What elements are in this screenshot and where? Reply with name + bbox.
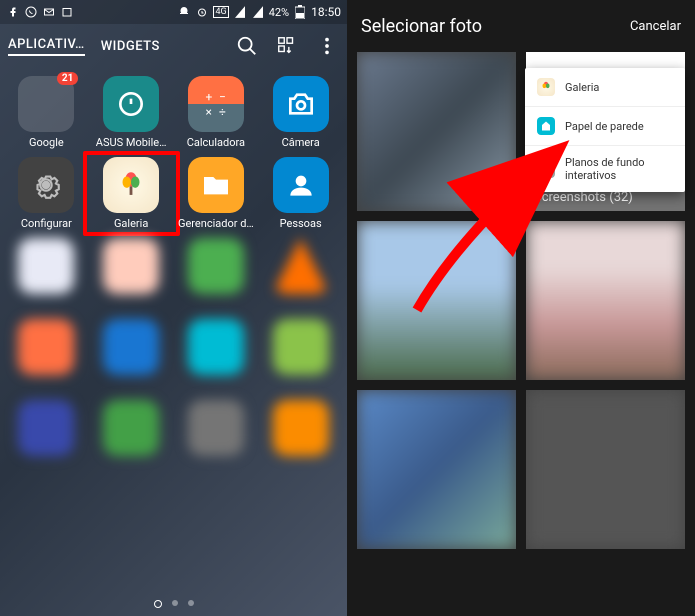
- album-item[interactable]: [526, 390, 685, 549]
- app-drawer-screen: 4G 42% 18:50 APLICATIV… WIDGETS: [0, 0, 347, 616]
- photo-picker-screen: Selecionar foto Cancelar Screenshots (32…: [347, 0, 695, 616]
- app-blurred[interactable]: [89, 319, 174, 392]
- svg-text:+: +: [205, 90, 212, 104]
- whatsapp-icon: [24, 5, 38, 19]
- app-label: Pessoas: [280, 217, 322, 230]
- app-blurred[interactable]: [258, 238, 343, 311]
- status-bar: 4G 42% 18:50: [0, 0, 347, 24]
- app-label: Calculadora: [187, 136, 245, 149]
- popup-label: Papel de parede: [565, 120, 644, 133]
- search-icon[interactable]: [235, 34, 259, 58]
- page-dot[interactable]: [154, 600, 162, 608]
- app-blurred[interactable]: [174, 319, 259, 392]
- app-blurred[interactable]: [89, 238, 174, 311]
- svg-text:−: −: [219, 90, 226, 104]
- app-blurred[interactable]: [258, 400, 343, 473]
- app-grid: 21 Google ASUS Mobile… +−×÷ Calculadora …: [0, 68, 347, 481]
- cancel-button[interactable]: Cancelar: [630, 19, 681, 34]
- app-blurred[interactable]: [258, 319, 343, 392]
- notification-badge: 21: [57, 72, 78, 85]
- picker-header: Selecionar foto Cancelar: [347, 0, 695, 52]
- page-indicator: [154, 600, 194, 608]
- dnd-icon: [177, 5, 191, 19]
- app-blurred[interactable]: [4, 238, 89, 311]
- grid-sort-icon[interactable]: [275, 34, 299, 58]
- album-item[interactable]: [357, 52, 516, 211]
- app-contacts[interactable]: Pessoas: [258, 157, 343, 230]
- mail-icon: [42, 5, 56, 19]
- popup-item-gallery[interactable]: Galeria: [525, 68, 685, 107]
- overflow-menu-icon[interactable]: [315, 34, 339, 58]
- signal-icon-2: [251, 5, 265, 19]
- app-label: Gerenciador d…: [178, 217, 254, 230]
- battery-percent: 42%: [269, 6, 289, 19]
- page-dot[interactable]: [188, 600, 194, 606]
- app-asus-mobile[interactable]: ASUS Mobile…: [89, 76, 174, 149]
- facebook-icon: [6, 5, 20, 19]
- app-google-folder[interactable]: 21 Google: [4, 76, 89, 149]
- app-label: Configurar: [21, 217, 72, 230]
- app-label: ASUS Mobile…: [96, 136, 167, 149]
- app-settings[interactable]: Configurar: [4, 157, 89, 230]
- tab-apps[interactable]: APLICATIV…: [8, 37, 85, 56]
- battery-icon: [293, 5, 307, 19]
- app-camera[interactable]: Câmera: [258, 76, 343, 149]
- app-blurred[interactable]: [174, 400, 259, 473]
- popup-item-wallpaper[interactable]: Papel de parede: [525, 107, 685, 146]
- app-calculator[interactable]: +−× ÷ Calculadora: [174, 76, 259, 149]
- album-item[interactable]: [526, 221, 685, 380]
- clock: 18:50: [311, 5, 341, 19]
- calendar-icon: [60, 5, 74, 19]
- picker-title: Selecionar foto: [361, 16, 482, 37]
- svg-text:×: ×: [205, 105, 211, 119]
- app-blurred[interactable]: [4, 319, 89, 392]
- app-blurred[interactable]: [4, 400, 89, 473]
- app-label: Câmera: [282, 136, 320, 149]
- tab-bar: APLICATIV… WIDGETS: [0, 24, 347, 68]
- app-blurred[interactable]: [174, 238, 259, 311]
- popup-item-live-wallpaper[interactable]: Planos de fundo interativos: [525, 146, 685, 192]
- album-item[interactable]: [357, 390, 516, 549]
- app-blurred[interactable]: [89, 400, 174, 473]
- alarm-icon: [195, 5, 209, 19]
- tab-widgets[interactable]: WIDGETS: [101, 39, 160, 54]
- page-dot[interactable]: [172, 600, 178, 606]
- popup-label: Galeria: [565, 81, 599, 94]
- app-gallery-highlighted[interactable]: Galeria: [83, 151, 180, 236]
- app-label: Galeria: [114, 217, 148, 230]
- app-label: Google: [29, 136, 64, 149]
- source-picker-popup: Galeria Papel de parede Planos de fundo …: [525, 68, 685, 192]
- app-file-manager[interactable]: Gerenciador d…: [174, 157, 259, 230]
- network-label: 4G: [213, 6, 228, 18]
- popup-label: Planos de fundo interativos: [565, 156, 673, 182]
- album-item[interactable]: [357, 221, 516, 380]
- signal-icon-1: [233, 5, 247, 19]
- svg-text:÷: ÷: [219, 105, 226, 119]
